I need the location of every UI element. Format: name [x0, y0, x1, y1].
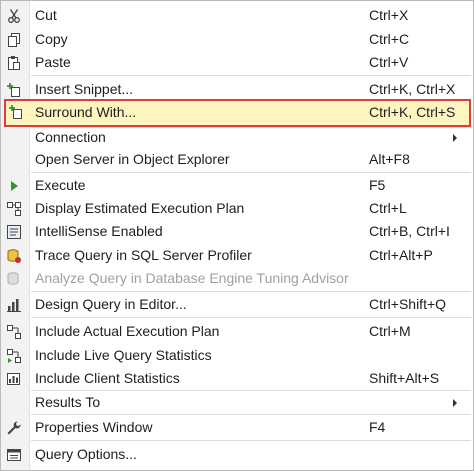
- menu-item-intellisense[interactable]: IntelliSense Enabled Ctrl+B, Ctrl+I: [1, 220, 473, 243]
- menu-item-shortcut: F5: [369, 177, 386, 193]
- menu-item-insert-snippet[interactable]: Insert Snippet... Ctrl+K, Ctrl+X: [1, 78, 473, 101]
- menu-item-shortcut: Ctrl+Alt+P: [369, 247, 433, 263]
- menu-item-label: Include Live Query Statistics: [35, 347, 212, 363]
- menu-item-label: Design Query in Editor...: [35, 296, 187, 312]
- tuning-advisor-icon: [7, 272, 19, 285]
- submenu-arrow-icon: [453, 399, 457, 407]
- menu-item-label: Copy: [35, 31, 68, 47]
- menu-item-shortcut: Shift+Alt+S: [369, 370, 440, 386]
- menu-item-label: Include Actual Execution Plan: [35, 323, 220, 339]
- live-stats-icon: [7, 349, 21, 363]
- copy-icon: [8, 33, 20, 47]
- menu-separator: [31, 172, 471, 173]
- menu-separator: [31, 414, 471, 415]
- menu-item-label: Trace Query in SQL Server Profiler: [35, 247, 252, 263]
- menu-item-label: Surround With...: [35, 104, 137, 120]
- menu-item-trace-query[interactable]: Trace Query in SQL Server Profiler Ctrl+…: [1, 244, 473, 267]
- menu-item-include-client-stats[interactable]: Include Client Statistics Shift+Alt+S: [1, 367, 473, 390]
- wrench-icon: [7, 421, 21, 435]
- menu-item-analyze-query: Analyze Query in Database Engine Tuning …: [1, 267, 473, 290]
- menu-item-shortcut: Ctrl+M: [369, 323, 411, 339]
- client-stats-icon: [7, 373, 20, 385]
- menu-item-shortcut: Ctrl+L: [369, 200, 407, 216]
- menu-item-label: Properties Window: [35, 419, 153, 435]
- menu-item-connection[interactable]: Connection: [1, 126, 473, 149]
- menu-item-label: Query Options...: [35, 446, 137, 462]
- menu-item-shortcut: F4: [369, 419, 386, 435]
- menu-item-label: Insert Snippet...: [35, 81, 134, 97]
- menu-item-label: Include Client Statistics: [35, 370, 180, 386]
- menu-item-design-query[interactable]: Design Query in Editor... Ctrl+Shift+Q: [1, 293, 473, 316]
- menu-item-open-server[interactable]: Open Server in Object Explorer Alt+F8: [1, 148, 473, 171]
- menu-separator: [31, 317, 471, 318]
- menu-item-label: IntelliSense Enabled: [35, 223, 163, 239]
- context-menu: Cut Ctrl+X Copy Ctrl+C Paste Ctrl+V Inse…: [0, 0, 474, 471]
- menu-item-shortcut: Ctrl+Shift+Q: [369, 296, 447, 312]
- actual-plan-icon: [7, 325, 21, 339]
- menu-item-execute[interactable]: Execute F5: [1, 174, 473, 197]
- menu-item-shortcut: Ctrl+C: [369, 31, 410, 47]
- menu-item-include-actual-plan[interactable]: Include Actual Execution Plan Ctrl+M: [1, 320, 473, 343]
- submenu-arrow-icon: [453, 134, 457, 142]
- execution-plan-icon: [7, 202, 21, 216]
- menu-separator: [31, 440, 471, 441]
- menu-item-results-to[interactable]: Results To: [1, 391, 473, 414]
- play-icon: [11, 181, 18, 191]
- menu-item-properties-window[interactable]: Properties Window F4: [1, 416, 473, 439]
- menu-item-label: Open Server in Object Explorer: [35, 151, 230, 167]
- design-query-icon: [7, 299, 21, 312]
- menu-item-include-live-stats[interactable]: Include Live Query Statistics: [1, 344, 473, 367]
- intellisense-icon: [7, 225, 21, 239]
- menu-item-label: Execute: [35, 177, 86, 193]
- surround-with-icon: [9, 105, 22, 119]
- menu-item-shortcut: Ctrl+X: [369, 7, 409, 23]
- insert-snippet-icon: [7, 83, 20, 97]
- menu-item-shortcut: Ctrl+B, Ctrl+I: [369, 223, 450, 239]
- menu-item-copy[interactable]: Copy Ctrl+C: [1, 28, 473, 51]
- menu-item-label: Display Estimated Execution Plan: [35, 200, 245, 216]
- menu-item-label: Paste: [35, 54, 71, 70]
- paste-icon: [8, 56, 20, 70]
- menu-item-display-estimated-plan[interactable]: Display Estimated Execution Plan Ctrl+L: [1, 197, 473, 220]
- menu-item-label: Results To: [35, 394, 101, 410]
- menu-item-query-options[interactable]: Query Options...: [1, 443, 473, 466]
- menu-item-paste[interactable]: Paste Ctrl+V: [1, 51, 473, 74]
- menu-item-label: Connection: [35, 129, 106, 145]
- menu-separator: [31, 75, 471, 76]
- menu-item-surround-with[interactable]: Surround With... Ctrl+K, Ctrl+S: [4, 99, 471, 127]
- menu-item-shortcut: Ctrl+K, Ctrl+X: [369, 81, 456, 97]
- scissors-icon: [8, 9, 20, 23]
- menu-item-label: Cut: [35, 7, 57, 23]
- profiler-icon: [7, 249, 21, 263]
- menu-separator: [31, 291, 471, 292]
- menu-item-shortcut: Alt+F8: [369, 151, 410, 167]
- menu-item-shortcut: Ctrl+K, Ctrl+S: [369, 104, 456, 120]
- menu-item-shortcut: Ctrl+V: [369, 54, 409, 70]
- menu-item-label: Analyze Query in Database Engine Tuning …: [35, 270, 349, 286]
- query-options-icon: [7, 449, 21, 461]
- menu-item-cut[interactable]: Cut Ctrl+X: [1, 4, 473, 27]
